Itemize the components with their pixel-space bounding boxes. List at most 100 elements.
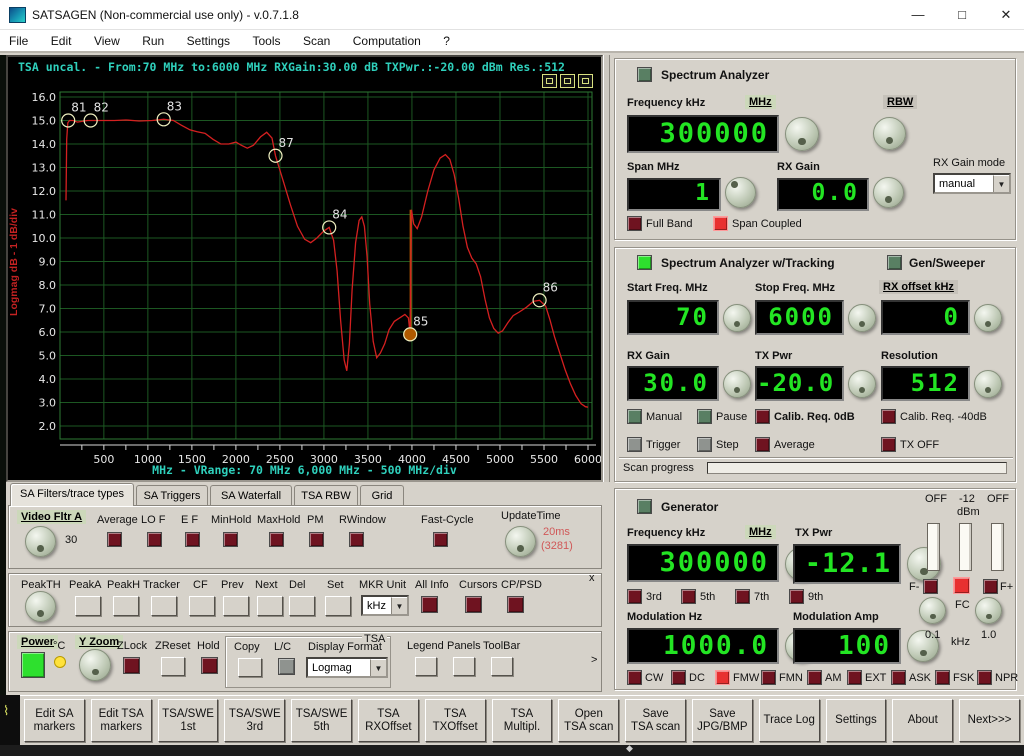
peakh-button[interactable] (113, 596, 139, 616)
f-plus-checkbox[interactable] (983, 579, 998, 594)
fc-checkbox[interactable] (953, 577, 970, 594)
about-button[interactable]: About (892, 699, 953, 742)
next-button[interactable] (257, 596, 283, 616)
filter-minhold-checkbox[interactable] (223, 532, 238, 547)
maximize-button[interactable]: □ (940, 0, 984, 29)
all-info-checkbox[interactable] (421, 596, 438, 613)
mkr-unit-select[interactable]: kHz▼ (361, 595, 409, 616)
average-checkbox[interactable] (755, 437, 770, 452)
menu-scan[interactable]: Scan (294, 30, 339, 48)
filter-pm-checkbox[interactable] (309, 532, 324, 547)
sa-rbw-label[interactable]: RBW (883, 95, 917, 109)
mod-npr-checkbox[interactable] (977, 670, 992, 685)
tab-sa-triggers[interactable]: SA Triggers (136, 485, 208, 506)
panels-button[interactable] (453, 657, 475, 676)
mod-fmw-checkbox[interactable] (715, 670, 730, 685)
cp-psd-checkbox[interactable] (507, 596, 524, 613)
sa-mhz-button[interactable]: MHz (745, 95, 776, 109)
tsa-rxoffset-button[interactable]: TSARXOffset (358, 699, 419, 742)
mod-dc-checkbox[interactable] (671, 670, 686, 685)
filter-rwindow-checkbox[interactable] (349, 532, 364, 547)
sa-span-knob[interactable] (725, 177, 756, 208)
display-format-select[interactable]: Logmag▼ (306, 657, 388, 678)
settings-button[interactable]: Settings (826, 699, 887, 742)
video-fltr-knob[interactable] (25, 526, 56, 557)
power-label[interactable]: Power (17, 635, 58, 649)
mod-ask-checkbox[interactable] (891, 670, 906, 685)
start-freq-knob[interactable] (723, 304, 751, 332)
sa-rx-gain-knob[interactable] (873, 177, 904, 208)
copy-icon[interactable] (542, 74, 557, 88)
pause-checkbox[interactable] (697, 409, 712, 424)
resolution-knob[interactable] (974, 370, 1002, 398)
menu-settings[interactable]: Settings (178, 30, 239, 48)
peaka-button[interactable] (75, 596, 101, 616)
marker-85[interactable] (404, 328, 417, 341)
open-tsa-scan-button[interactable]: OpenTSA scan (558, 699, 619, 742)
menu-help[interactable]: ? (434, 30, 459, 48)
manual-checkbox[interactable] (627, 409, 642, 424)
tab-sa-waterfall[interactable]: SA Waterfall (210, 485, 292, 506)
trace-log-button[interactable]: Trace Log (759, 699, 820, 742)
row-close-icon[interactable]: x (589, 572, 595, 584)
step-large-knob[interactable] (975, 597, 1002, 624)
update-time-knob[interactable] (505, 526, 536, 557)
mod-ext-checkbox[interactable] (847, 670, 862, 685)
menu-edit[interactable]: Edit (42, 30, 81, 48)
sa-full-band-checkbox[interactable] (627, 216, 642, 231)
filter-maxhold-checkbox[interactable] (269, 532, 284, 547)
calib-req-0db-checkbox[interactable] (755, 409, 770, 424)
hold-checkbox[interactable] (201, 657, 218, 674)
close-button[interactable]: ✕ (984, 0, 1024, 29)
tsa-rx-gain-knob[interactable] (723, 370, 751, 398)
tsa-swe-1st-button[interactable]: TSA/SWE1st (158, 699, 219, 742)
peak-th-knob[interactable] (25, 591, 56, 622)
y-zoom-label[interactable]: Y Zoom (75, 635, 123, 649)
edit-sa-markers-button[interactable]: Edit SAmarkers (24, 699, 85, 742)
harmonic-5th-checkbox[interactable] (681, 589, 696, 604)
filter-average-checkbox[interactable] (107, 532, 122, 547)
step-small-knob[interactable] (919, 597, 946, 624)
z-reset-button[interactable] (161, 657, 185, 676)
chevron-down-icon[interactable]: ▼ (391, 597, 407, 614)
menu-view[interactable]: View (85, 30, 129, 48)
tx-off-checkbox[interactable] (881, 437, 896, 452)
power-button[interactable] (21, 652, 45, 678)
next-button[interactable]: Next>>> (959, 699, 1020, 742)
menu-tools[interactable]: Tools (243, 30, 289, 48)
sa-enable-indicator[interactable] (637, 67, 652, 82)
out1-level-slider[interactable] (927, 523, 940, 571)
mod-am-checkbox[interactable] (807, 670, 822, 685)
trigger-checkbox[interactable] (627, 437, 642, 452)
mod-fsk-checkbox[interactable] (935, 670, 950, 685)
filter-lof-checkbox[interactable] (147, 532, 162, 547)
print-icon[interactable] (560, 74, 575, 88)
edit-tsa-markers-button[interactable]: Edit TSAmarkers (91, 699, 152, 742)
lc-checkbox[interactable] (278, 658, 295, 675)
tab-sa-filters[interactable]: SA Filters/trace types (10, 483, 134, 506)
rx-offset-knob[interactable] (974, 304, 1002, 332)
filter-ef-checkbox[interactable] (185, 532, 200, 547)
mod-fmn-checkbox[interactable] (761, 670, 776, 685)
generator-enable-indicator[interactable] (637, 499, 652, 514)
tsa-swe-5th-button[interactable]: TSA/SWE5th (291, 699, 352, 742)
tab-tsa-rbw[interactable]: TSA RBW (294, 485, 358, 506)
stop-freq-knob[interactable] (848, 304, 876, 332)
harmonic-3rd-checkbox[interactable] (627, 589, 642, 604)
step-checkbox[interactable] (697, 437, 712, 452)
cursors-checkbox[interactable] (465, 596, 482, 613)
rx-offset-label[interactable]: RX offset kHz (879, 280, 958, 294)
f-minus-checkbox[interactable] (923, 579, 938, 594)
cf-button[interactable] (189, 596, 215, 616)
gen-mhz-button[interactable]: MHz (745, 525, 776, 539)
sa-span-coupled-checkbox[interactable] (713, 216, 728, 231)
y-zoom-knob[interactable] (79, 649, 111, 681)
sa-rx-gain-mode-select[interactable]: manual▼ (933, 173, 1011, 194)
sa-rbw-knob[interactable] (873, 117, 906, 150)
tracker-button[interactable] (151, 596, 177, 616)
save-icon[interactable] (578, 74, 593, 88)
chevron-down-icon[interactable]: ▼ (993, 175, 1009, 192)
save-tsa-scan-button[interactable]: SaveTSA scan (625, 699, 686, 742)
mod-cw-checkbox[interactable] (627, 670, 642, 685)
sa-frequency-knob[interactable] (785, 117, 819, 151)
